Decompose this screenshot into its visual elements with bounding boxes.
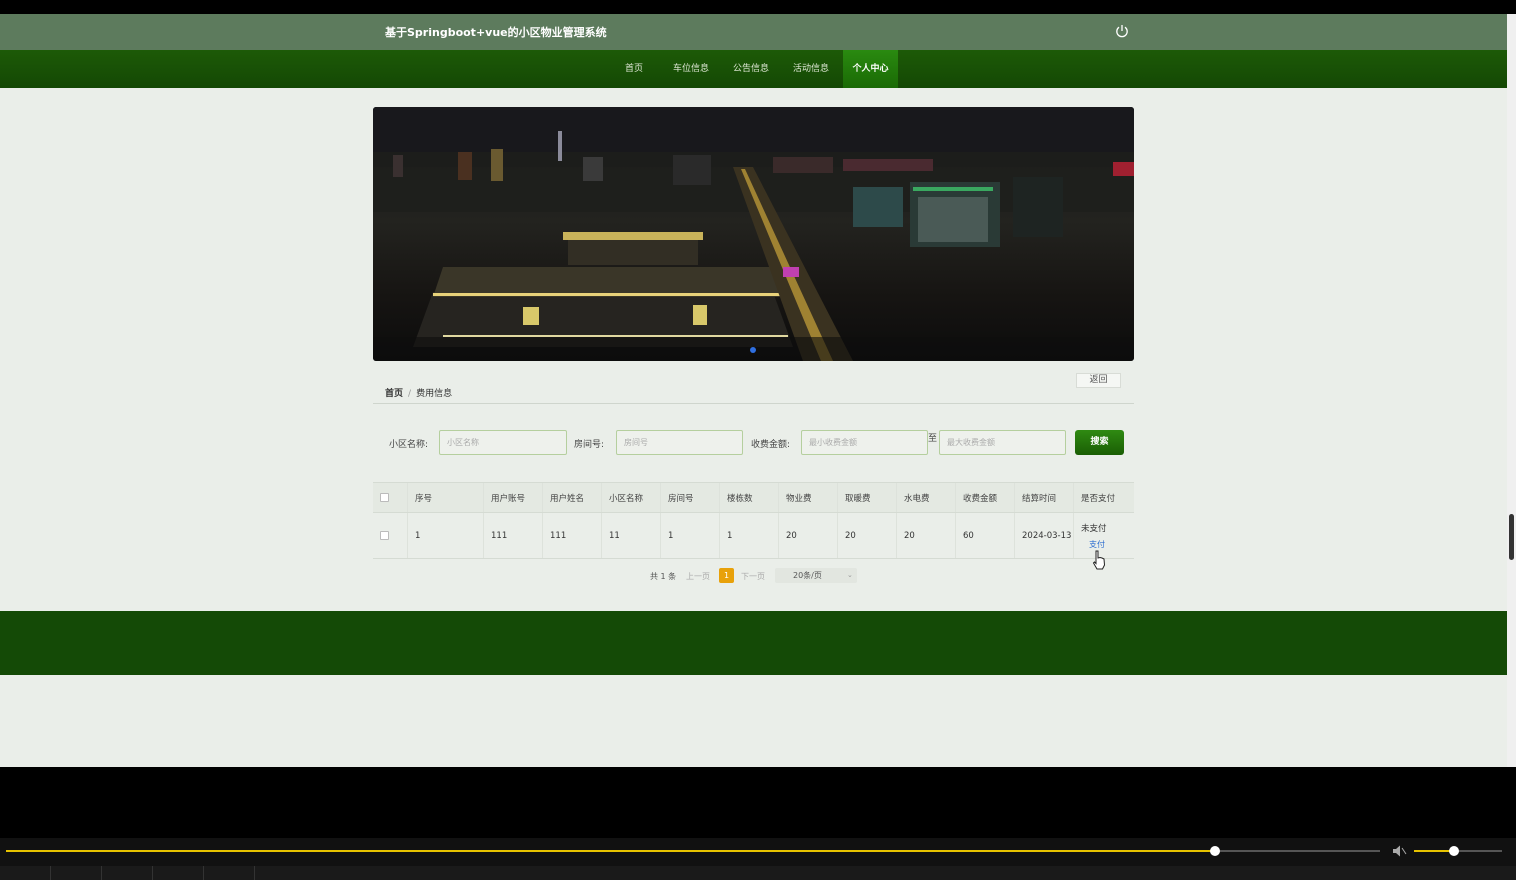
- column-header: 是否支付: [1081, 493, 1116, 504]
- column-header: 用户姓名: [543, 483, 602, 512]
- banner-carousel[interactable]: [373, 107, 1134, 361]
- volume-fill: [1414, 850, 1454, 852]
- community-input[interactable]: [439, 430, 567, 455]
- page-scrollbar[interactable]: [1507, 14, 1516, 767]
- range-separator: 至: [928, 434, 938, 444]
- site-header: 基于Springboot+vue的小区物业管理系统: [0, 14, 1507, 50]
- select-all-checkbox[interactable]: [380, 493, 389, 502]
- column-header: 结算时间: [1015, 483, 1074, 512]
- pagination: 共 1 条 上一页 1 下一页 20条/页 ⌄: [0, 568, 1507, 584]
- page-size-value: 20条/页: [793, 571, 822, 580]
- scrollbar-thumb[interactable]: [1509, 514, 1514, 560]
- community-label: 小区名称:: [389, 440, 429, 450]
- column-header: 房间号: [661, 483, 720, 512]
- room-label: 房间号:: [574, 440, 605, 450]
- site-footer: [0, 611, 1507, 675]
- table-cell: 20: [838, 513, 897, 558]
- back-button[interactable]: 返回: [1076, 373, 1121, 388]
- row-checkbox[interactable]: [380, 531, 389, 540]
- breadcrumb: 首页 / 费用信息: [385, 386, 452, 399]
- browser-viewport: 基于Springboot+vue的小区物业管理系统 首页 车位信息 公告信息 活…: [0, 14, 1516, 767]
- column-header: 序号: [408, 483, 484, 512]
- taskbar-divider: [203, 866, 204, 880]
- nav-item-parking[interactable]: 车位信息: [664, 50, 718, 88]
- column-header: 取暖费: [838, 483, 897, 512]
- payment-status: 未支付: [1081, 523, 1107, 534]
- taskbar-divider: [101, 866, 102, 880]
- table-cell: 20: [897, 513, 956, 558]
- max-amount-input[interactable]: [939, 430, 1066, 455]
- banner-night-city-image: [373, 107, 1134, 361]
- column-header: 收费金额: [956, 483, 1015, 512]
- search-button[interactable]: 搜索: [1075, 430, 1124, 455]
- main-nav: 首页 车位信息 公告信息 活动信息 个人中心: [0, 50, 1507, 88]
- breadcrumb-home[interactable]: 首页: [385, 389, 403, 399]
- volume-icon[interactable]: [1392, 844, 1408, 858]
- room-input[interactable]: [616, 430, 743, 455]
- volume-slider[interactable]: [1414, 846, 1502, 856]
- taskbar-divider: [254, 866, 255, 880]
- table-cell: 1: [661, 513, 720, 558]
- power-icon[interactable]: [1114, 23, 1130, 39]
- video-progress-knob[interactable]: [1210, 846, 1221, 856]
- table-row: 1 111 111 11 1 1 20 20 20 60 2024-03-13 …: [373, 513, 1134, 559]
- page-size-select[interactable]: 20条/页 ⌄: [775, 568, 857, 583]
- video-progress-bar[interactable]: [6, 846, 1380, 856]
- min-amount-input[interactable]: [801, 430, 928, 455]
- mouse-pointer-hand-icon: [1092, 550, 1106, 570]
- table-header: 序号 用户账号 用户姓名 小区名称 房间号 楼栋数 物业费 取暖费 水电费 收费…: [373, 482, 1134, 513]
- screen-top-bar: [0, 0, 1516, 14]
- taskbar: [0, 866, 1516, 880]
- column-header: 物业费: [779, 483, 838, 512]
- pagination-total: 共 1 条: [650, 572, 677, 581]
- column-header: 楼栋数: [720, 483, 779, 512]
- table-cell: 20: [779, 513, 838, 558]
- breadcrumb-divider: [373, 403, 1134, 404]
- breadcrumb-current: 费用信息: [416, 389, 453, 399]
- volume-knob[interactable]: [1448, 846, 1459, 856]
- row-checkbox-cell: [373, 513, 408, 558]
- amount-label: 收费金额:: [751, 440, 791, 450]
- video-progress-fill: [6, 850, 1216, 852]
- column-header: 用户账号: [484, 483, 543, 512]
- chevron-down-icon: ⌄: [847, 571, 853, 579]
- prev-page-button[interactable]: 上一页: [686, 571, 710, 582]
- breadcrumb-separator: /: [408, 389, 412, 399]
- table-cell: 1: [720, 513, 779, 558]
- carousel-indicator-dot[interactable]: [750, 347, 756, 353]
- header-checkbox-cell: [373, 483, 408, 512]
- taskbar-divider: [152, 866, 153, 880]
- column-header: 水电费: [897, 483, 956, 512]
- table-cell: 2024-03-13: [1015, 513, 1074, 558]
- pay-link[interactable]: 支付: [1089, 539, 1105, 550]
- column-header: 小区名称: [602, 483, 661, 512]
- nav-item-personal-center[interactable]: 个人中心: [843, 50, 898, 88]
- table-cell: 111: [543, 513, 602, 558]
- nav-item-notices[interactable]: 公告信息: [724, 50, 778, 88]
- site-title: 基于Springboot+vue的小区物业管理系统: [385, 26, 607, 39]
- video-player-controls: [0, 838, 1516, 880]
- table-cell: 11: [602, 513, 661, 558]
- next-page-button[interactable]: 下一页: [741, 571, 765, 582]
- table-cell: 111: [484, 513, 543, 558]
- nav-item-activities[interactable]: 活动信息: [784, 50, 838, 88]
- taskbar-divider: [50, 866, 51, 880]
- table-cell: 1: [408, 513, 484, 558]
- table-cell: 60: [956, 513, 1015, 558]
- page-number-current[interactable]: 1: [719, 568, 734, 583]
- nav-item-home[interactable]: 首页: [614, 50, 654, 88]
